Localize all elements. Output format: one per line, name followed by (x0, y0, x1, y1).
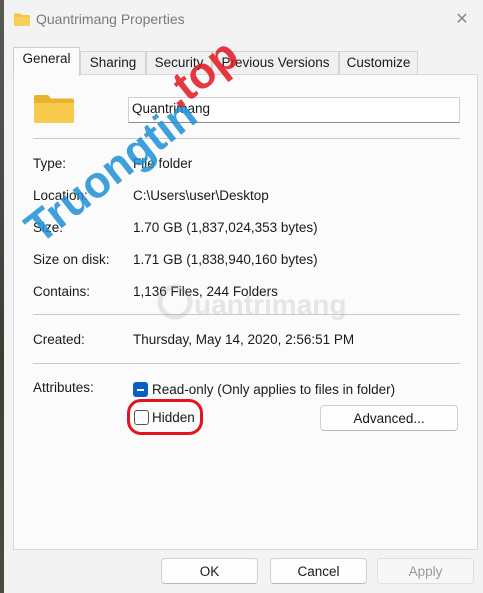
advanced-button[interactable]: Advanced... (320, 405, 458, 431)
readonly-checkbox[interactable] (133, 382, 148, 397)
general-tab-panel: Quantrimang Type: File folder Location: … (13, 74, 478, 550)
close-button[interactable]: ✕ (444, 5, 480, 33)
folder-name-input[interactable]: Quantrimang (128, 97, 460, 123)
location-value: C:\Users\user\Desktop (133, 188, 269, 203)
separator (33, 138, 460, 139)
highlight-circle (127, 399, 203, 435)
ok-button[interactable]: OK (161, 558, 258, 584)
title-bar: Quantrimang Properties ✕ (4, 0, 483, 40)
close-icon: ✕ (455, 11, 469, 28)
tab-sharing[interactable]: Sharing (80, 51, 146, 75)
contains-label: Contains: (33, 284, 91, 299)
cancel-button[interactable]: Cancel (270, 558, 367, 584)
properties-dialog: Quantrimang Properties ✕ General Sharing… (4, 0, 483, 593)
tab-previous-versions[interactable]: Previous Versions (212, 51, 339, 75)
apply-button[interactable]: Apply (377, 558, 474, 584)
window-title: Quantrimang Properties (36, 11, 185, 27)
tab-security[interactable]: Security (146, 51, 212, 75)
size-on-disk-value: 1.71 GB (1,838,940,160 bytes) (133, 252, 318, 267)
size-on-disk-label: Size on disk: (33, 252, 110, 267)
location-label: Location: (33, 188, 88, 203)
type-value: File folder (133, 156, 193, 171)
folder-icon (34, 95, 74, 123)
size-label: Size: (33, 220, 64, 235)
tab-customize[interactable]: Customize (339, 51, 418, 75)
contains-value: 1,136 Files, 244 Folders (133, 284, 278, 299)
tab-general[interactable]: General (13, 47, 80, 76)
created-value: Thursday, May 14, 2020, 2:56:51 PM (133, 332, 355, 347)
size-value: 1.70 GB (1,837,024,353 bytes) (133, 220, 318, 235)
created-label: Created: (33, 332, 85, 347)
folder-icon (14, 13, 30, 26)
separator (33, 363, 460, 364)
separator (33, 314, 460, 315)
readonly-label[interactable]: Read-only (Only applies to files in fold… (152, 382, 395, 397)
type-label: Type: (33, 156, 67, 171)
attributes-label: Attributes: (33, 380, 94, 395)
